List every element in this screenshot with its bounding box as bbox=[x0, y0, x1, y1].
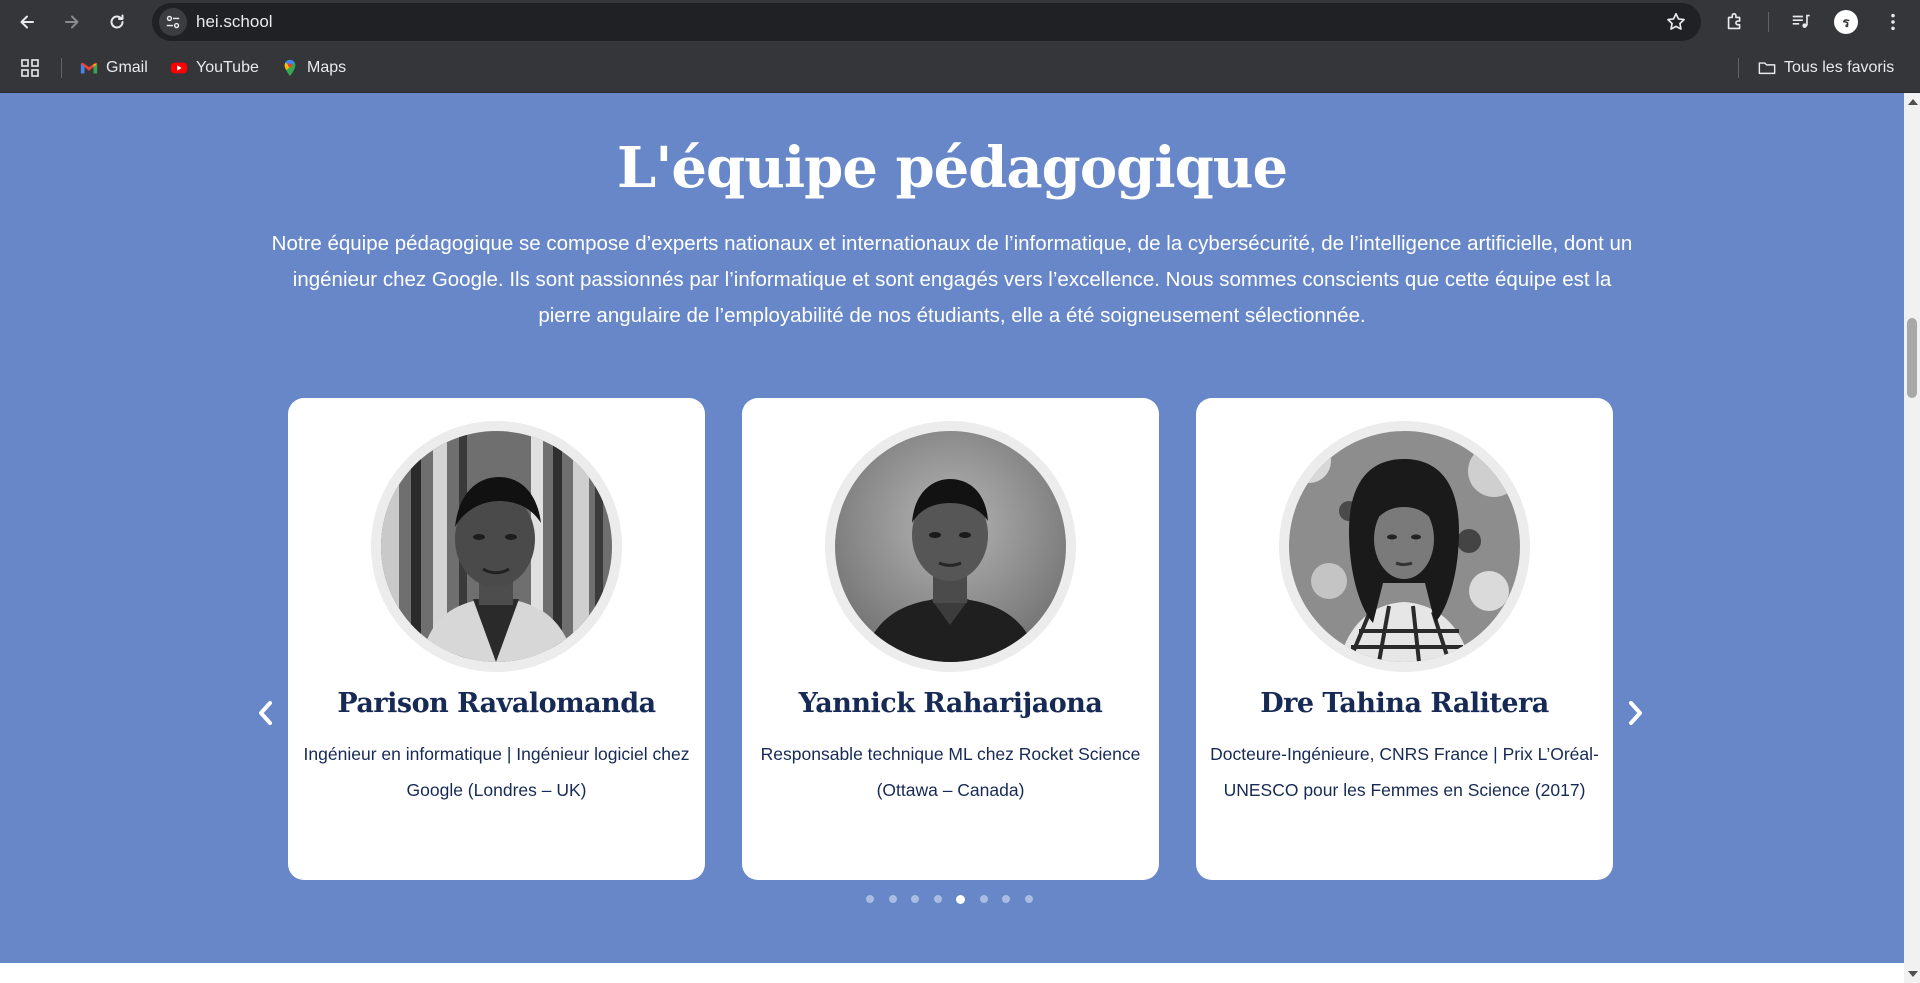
scrollbar-thumb[interactable] bbox=[1907, 318, 1917, 398]
avatar bbox=[835, 431, 1066, 662]
extensions-button[interactable] bbox=[1722, 9, 1748, 35]
carousel-dot[interactable] bbox=[911, 895, 919, 903]
folder-icon bbox=[1758, 62, 1776, 75]
media-controls-button[interactable] bbox=[1788, 9, 1814, 35]
avatar-frame bbox=[1279, 421, 1530, 672]
carousel-dot[interactable] bbox=[888, 895, 897, 903]
gmail-icon bbox=[80, 62, 98, 74]
avatar bbox=[381, 431, 612, 662]
maps-icon bbox=[284, 59, 296, 77]
reload-button[interactable] bbox=[102, 7, 132, 37]
bookmark-gmail[interactable]: Gmail bbox=[80, 56, 148, 80]
team-member-name: Parison Ravalomanda bbox=[337, 688, 656, 719]
page-viewport: L'équipe pédagogique Notre équipe pédago… bbox=[0, 93, 1904, 983]
scroll-down-arrow[interactable] bbox=[1908, 971, 1918, 977]
carousel-pagination bbox=[866, 893, 1033, 905]
chevron-right-icon bbox=[1629, 701, 1642, 725]
section-intro: Notre équipe pédagogique se compose d’ex… bbox=[271, 232, 1633, 327]
carousel-dot[interactable] bbox=[933, 895, 942, 903]
apps-button[interactable] bbox=[21, 56, 39, 80]
url-text[interactable]: hei.school bbox=[196, 12, 273, 32]
avatar-frame bbox=[371, 421, 622, 672]
team-card[interactable]: Parison Ravalomanda Ingénieur en informa… bbox=[288, 398, 705, 880]
carousel-next-button[interactable] bbox=[1620, 698, 1650, 728]
team-member-role: Ingénieur en informatique | Ingénieur lo… bbox=[303, 744, 690, 800]
bookmarks-divider bbox=[1738, 58, 1739, 78]
bookmark-label: Maps bbox=[307, 59, 347, 76]
reload-icon bbox=[110, 14, 124, 29]
all-bookmarks-folder[interactable]: Tous les favoris bbox=[1758, 56, 1894, 80]
bookmarks-divider bbox=[61, 58, 62, 78]
arrow-left-icon bbox=[20, 15, 34, 29]
carousel-dot[interactable] bbox=[956, 894, 965, 904]
carousel-dot[interactable] bbox=[1002, 895, 1010, 903]
carousel-dot[interactable] bbox=[979, 895, 988, 903]
bookmark-youtube[interactable]: YouTube bbox=[170, 56, 259, 80]
puzzle-icon bbox=[1727, 12, 1741, 30]
team-member-role: Responsable technique ML chez Rocket Sci… bbox=[760, 744, 1141, 800]
site-info-button[interactable] bbox=[159, 8, 187, 36]
bookmark-maps[interactable]: Maps bbox=[281, 56, 346, 80]
profile-avatar[interactable]: ร bbox=[1834, 10, 1858, 34]
team-member-name: Dre Tahina Ralitera bbox=[1260, 688, 1549, 719]
avatar bbox=[1289, 431, 1520, 662]
queue-music-icon bbox=[1792, 14, 1810, 28]
browser-toolbar: hei.school ร bbox=[0, 0, 1920, 44]
toolbar-divider bbox=[1768, 12, 1769, 32]
back-button[interactable] bbox=[12, 7, 42, 37]
address-bar[interactable]: hei.school bbox=[152, 3, 1701, 41]
carousel-dot[interactable] bbox=[866, 895, 874, 903]
all-bookmarks-label: Tous les favoris bbox=[1784, 59, 1895, 76]
carousel-dot[interactable] bbox=[1024, 895, 1033, 903]
youtube-icon bbox=[170, 62, 188, 74]
avatar-frame bbox=[825, 421, 1076, 672]
chrome-menu-button[interactable] bbox=[1880, 9, 1906, 35]
team-member-role: Docteure-Ingénieure, CNRS France | Prix … bbox=[1210, 744, 1599, 800]
team-section: L'équipe pédagogique Notre équipe pédago… bbox=[0, 93, 1904, 963]
scroll-up-arrow[interactable] bbox=[1908, 99, 1918, 105]
team-member-name: Yannick Raharijaona bbox=[798, 688, 1103, 719]
chevron-left-icon bbox=[259, 701, 272, 725]
page-scrollbar[interactable] bbox=[1904, 93, 1920, 983]
bookmarks-bar: Gmail YouTube Maps Tous les favoris bbox=[0, 44, 1920, 93]
bookmark-label: YouTube bbox=[196, 59, 259, 76]
bookmark-star-icon[interactable] bbox=[1665, 11, 1687, 33]
team-card[interactable]: Yannick Raharijaona Responsable techniqu… bbox=[742, 398, 1159, 880]
forward-button[interactable] bbox=[57, 7, 87, 37]
more-vertical-icon bbox=[1891, 13, 1895, 31]
section-title: L'équipe pédagogique bbox=[616, 135, 1288, 201]
team-card[interactable]: Dre Tahina Ralitera Docteure-Ingénieure,… bbox=[1196, 398, 1613, 880]
carousel-prev-button[interactable] bbox=[251, 698, 281, 728]
apps-grid-icon bbox=[21, 59, 39, 77]
tune-icon bbox=[166, 15, 180, 29]
bookmark-label: Gmail bbox=[106, 59, 148, 76]
arrow-right-icon bbox=[65, 15, 79, 29]
